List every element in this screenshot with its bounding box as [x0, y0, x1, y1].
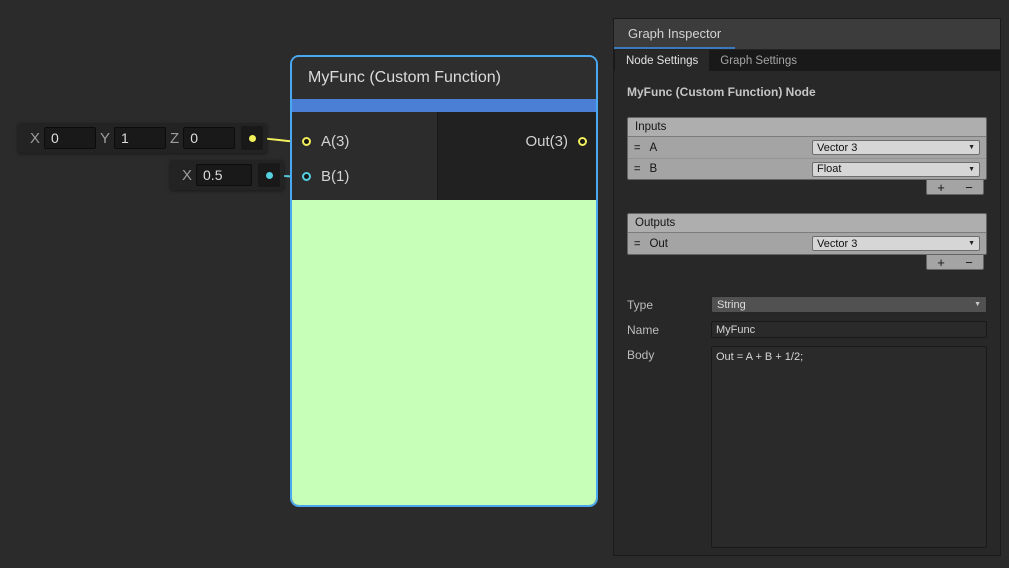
outputs-list-header: Outputs: [628, 214, 986, 233]
z-field[interactable]: [183, 127, 235, 149]
tab-graph-settings[interactable]: Graph Settings: [709, 50, 808, 71]
drag-handle-icon[interactable]: =: [634, 238, 640, 250]
body-field[interactable]: Out = A + B + 1/2;: [711, 346, 987, 548]
inputs-list-footer: + −: [926, 180, 984, 195]
inputs-list: Inputs = A Vector 3 ▼ = B Float ▼: [627, 117, 987, 180]
port-a-circle-icon[interactable]: [302, 137, 311, 146]
input-port-b[interactable]: B(1): [292, 159, 437, 194]
chevron-down-icon: ▼: [968, 240, 975, 247]
vector3-output-port[interactable]: [241, 126, 263, 150]
port-out-circle-icon[interactable]: [578, 137, 587, 146]
input-ports-column: A(3) B(1): [292, 112, 438, 200]
output-type-dropdown[interactable]: Vector 3 ▼: [812, 236, 980, 251]
name-field[interactable]: [711, 321, 987, 338]
inspector-heading: MyFunc (Custom Function) Node: [627, 85, 987, 99]
node-title: MyFunc (Custom Function): [308, 69, 501, 87]
output-name: Out: [649, 238, 812, 250]
output-ports-column: Out(3): [438, 112, 596, 200]
x-field[interactable]: [44, 127, 96, 149]
input-name: A: [649, 142, 812, 154]
input-port-a[interactable]: A(3): [292, 124, 437, 159]
output-port-out[interactable]: Out(3): [438, 124, 596, 159]
chevron-down-icon: ▼: [974, 301, 981, 308]
input-b-type-dropdown[interactable]: Float ▼: [812, 162, 980, 177]
port-a-label: A(3): [321, 133, 349, 150]
inputs-title: Inputs: [635, 121, 666, 133]
float-output-port[interactable]: [258, 163, 280, 187]
input-row-a[interactable]: = A Vector 3 ▼: [628, 137, 986, 158]
dropdown-value: Vector 3: [817, 238, 857, 250]
x-field[interactable]: [196, 164, 252, 186]
outputs-list: Outputs = Out Vector 3 ▼: [627, 213, 987, 255]
type-label: Type: [627, 296, 711, 313]
dropdown-value: Float: [817, 163, 841, 175]
graph-inspector-panel: Graph Inspector Node Settings Graph Sett…: [613, 18, 1001, 556]
body-label: Body: [627, 346, 711, 548]
node-title-bar[interactable]: MyFunc (Custom Function): [292, 57, 596, 99]
body-row: Body Out = A + B + 1/2;: [627, 346, 987, 548]
drag-handle-icon[interactable]: =: [634, 163, 640, 175]
vector3-port-dot-icon: [249, 135, 256, 142]
x-label: X: [182, 167, 192, 184]
x-label: X: [30, 130, 40, 147]
port-out-label: Out(3): [525, 133, 568, 150]
dropdown-value: String: [717, 299, 746, 311]
y-label: Y: [100, 130, 110, 147]
port-b-label: B(1): [321, 168, 349, 185]
node-port-area: A(3) B(1) Out(3): [292, 112, 596, 200]
float-input-node[interactable]: X: [170, 160, 284, 190]
type-row: Type String ▼: [627, 296, 987, 313]
remove-input-button[interactable]: −: [965, 181, 973, 194]
inputs-list-header: Inputs: [628, 118, 986, 137]
input-a-type-dropdown[interactable]: Vector 3 ▼: [812, 140, 980, 155]
inspector-title-bar: Graph Inspector: [614, 19, 1000, 50]
port-b-circle-icon[interactable]: [302, 172, 311, 181]
outputs-title: Outputs: [635, 217, 675, 229]
add-input-button[interactable]: +: [937, 181, 945, 194]
chevron-down-icon: ▼: [968, 144, 975, 151]
chevron-down-icon: ▼: [968, 166, 975, 173]
tab-node-settings[interactable]: Node Settings: [615, 50, 709, 71]
output-row-out[interactable]: = Out Vector 3 ▼: [628, 233, 986, 254]
input-row-b[interactable]: = B Float ▼: [628, 158, 986, 179]
input-name: B: [649, 163, 812, 175]
dropdown-value: Vector 3: [817, 142, 857, 154]
add-output-button[interactable]: +: [937, 256, 945, 269]
z-label: Z: [170, 130, 179, 147]
inspector-tab-strip: Node Settings Graph Settings: [614, 50, 1000, 71]
name-row: Name: [627, 321, 987, 338]
inspector-title: Graph Inspector: [628, 26, 721, 41]
inspector-title-tab[interactable]: Graph Inspector: [614, 19, 735, 49]
node-accent-bar: [292, 99, 596, 112]
float-port-dot-icon: [266, 172, 273, 179]
drag-handle-icon[interactable]: =: [634, 142, 640, 154]
custom-function-node[interactable]: MyFunc (Custom Function) A(3) B(1) Out(3…: [290, 55, 598, 507]
y-field[interactable]: [114, 127, 166, 149]
outputs-list-footer: + −: [926, 255, 984, 270]
name-label: Name: [627, 321, 711, 338]
remove-output-button[interactable]: −: [965, 256, 973, 269]
inspector-body: MyFunc (Custom Function) Node Inputs = A…: [614, 71, 1000, 548]
type-dropdown[interactable]: String ▼: [711, 296, 987, 313]
node-preview: [292, 200, 596, 505]
vector3-input-node[interactable]: X Y Z: [18, 123, 267, 153]
